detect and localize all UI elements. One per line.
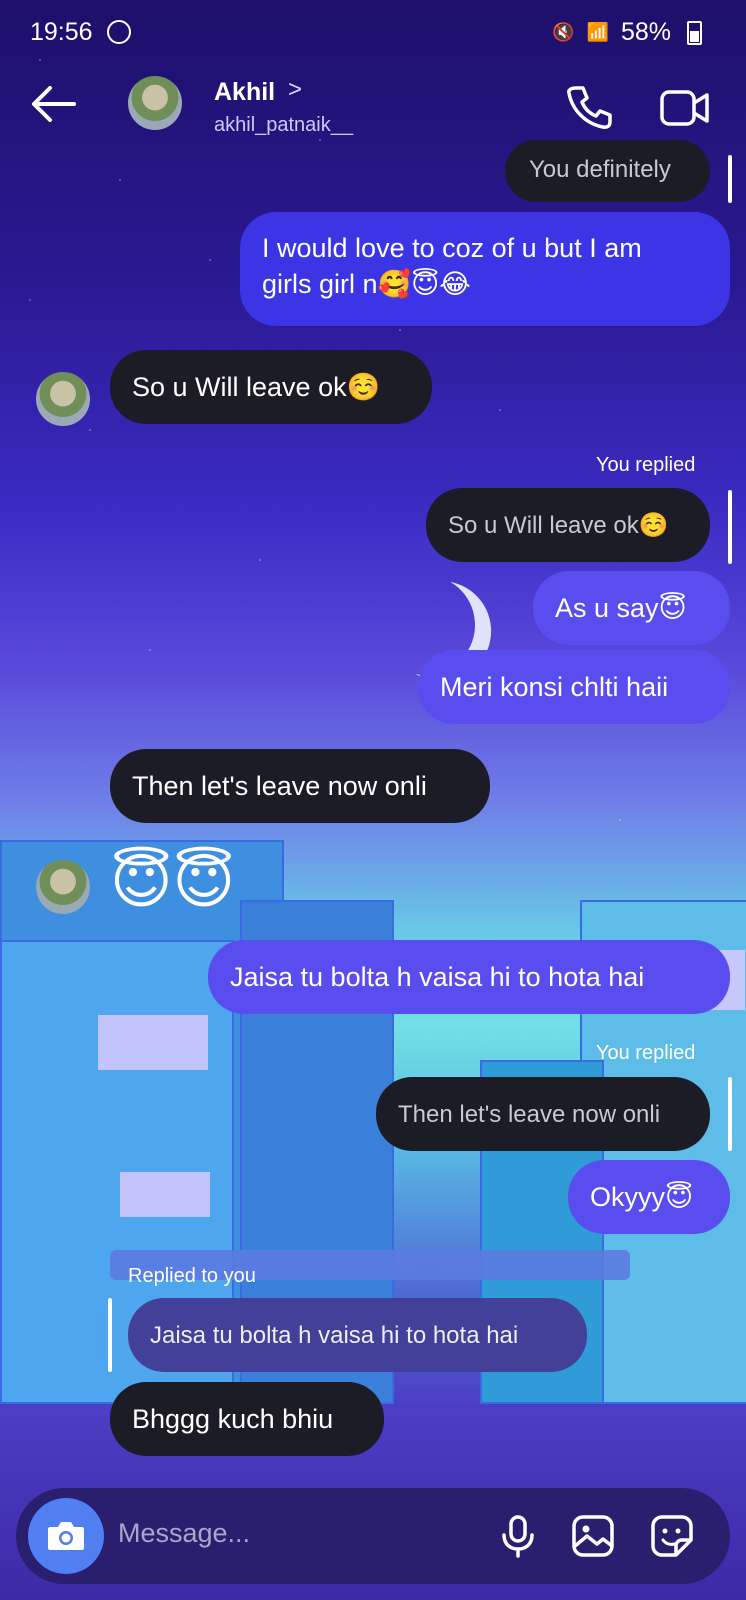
reply-indicator: [728, 155, 732, 203]
reply-label: You replied: [596, 454, 696, 476]
chevron-right-icon[interactable]: >: [288, 76, 302, 104]
sticker-icon[interactable]: [650, 1514, 694, 1558]
contact-name[interactable]: Akhil: [214, 78, 275, 107]
emoji-message[interactable]: 😇😇: [110, 852, 235, 912]
status-bar: 19:56 🔇 📶 58%: [0, 0, 746, 62]
camera-icon: [48, 1522, 84, 1550]
reply-label: You replied: [596, 1042, 696, 1064]
wifi-icon: 📶: [586, 22, 609, 42]
received-message[interactable]: So u Will leave ok☺️: [110, 350, 432, 424]
reply-indicator: [728, 1077, 732, 1151]
mute-icon: 🔇: [552, 22, 575, 42]
sent-message[interactable]: Jaisa tu bolta h vaisa hi to hota hai: [208, 940, 730, 1014]
message-composer: Message...: [16, 1488, 730, 1584]
avatar[interactable]: [36, 372, 90, 426]
reply-indicator: [108, 1298, 112, 1372]
video-camera-icon[interactable]: [660, 88, 710, 128]
avatar[interactable]: [36, 860, 90, 914]
reply-quote[interactable]: Jaisa tu bolta h vaisa hi to hota hai: [128, 1298, 587, 1372]
sent-message[interactable]: Meri konsi chlti haii: [418, 650, 730, 724]
image-icon[interactable]: [571, 1514, 615, 1558]
received-message[interactable]: Bhggg kuch bhiu: [110, 1382, 384, 1456]
message-input[interactable]: Message...: [118, 1518, 250, 1549]
reply-quote[interactable]: So u Will leave ok☺️: [426, 488, 710, 562]
reply-indicator: [728, 490, 732, 564]
status-time: 19:56: [30, 18, 93, 46]
reply-quote[interactable]: You definitely: [505, 140, 710, 202]
microphone-icon[interactable]: [496, 1514, 540, 1558]
battery-percent: 58%: [620, 18, 671, 46]
sent-message[interactable]: Okyyy😇: [568, 1160, 730, 1234]
reply-quote[interactable]: Then let's leave now onli: [376, 1077, 710, 1151]
contact-username[interactable]: akhil_patnaik__: [214, 114, 353, 137]
chat-header: Akhil > akhil_patnaik__: [0, 62, 746, 152]
battery-icon: [687, 20, 702, 45]
whatsapp-icon: [107, 20, 131, 44]
phone-icon[interactable]: [566, 84, 612, 130]
camera-button[interactable]: [28, 1498, 104, 1574]
sent-message[interactable]: I would love to coz of u but I am girls …: [240, 212, 730, 326]
received-message[interactable]: Then let's leave now onli: [110, 749, 490, 823]
reply-label: Replied to you: [128, 1265, 256, 1287]
arrow-left-icon[interactable]: [28, 82, 78, 126]
avatar[interactable]: [128, 76, 182, 130]
sent-message[interactable]: As u say😇: [533, 571, 730, 645]
